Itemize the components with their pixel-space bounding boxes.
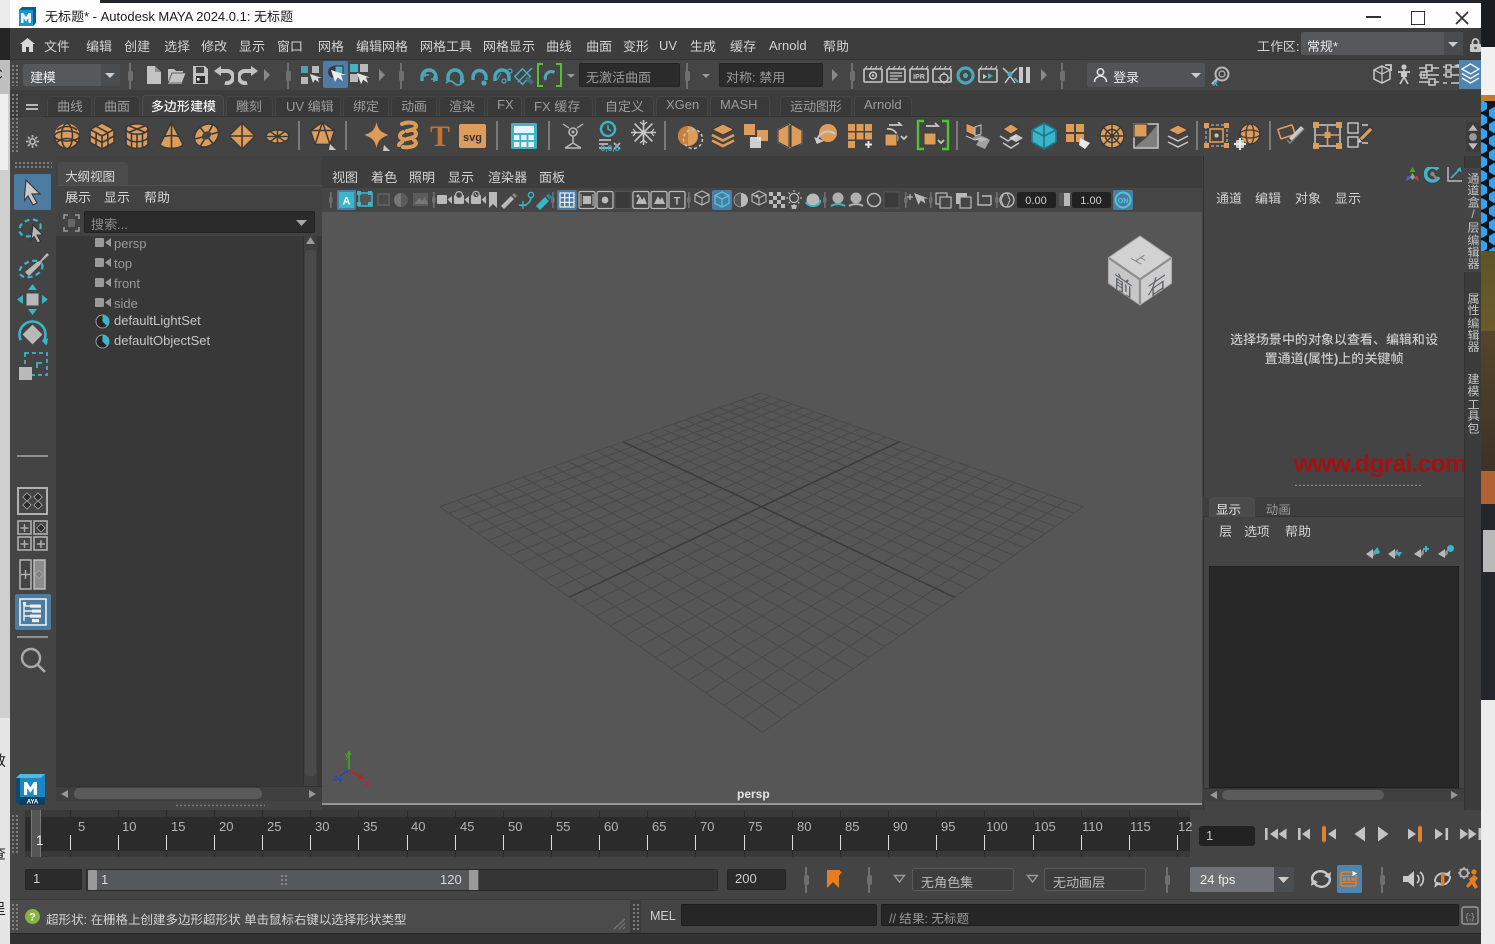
svg-text:{;}: {;} bbox=[1466, 912, 1475, 923]
svg-text:T: T bbox=[430, 122, 450, 149]
svg-text:y: y bbox=[345, 750, 350, 760]
svg-text:?: ? bbox=[29, 912, 36, 924]
svg-text:IPR: IPR bbox=[913, 74, 925, 81]
svg-text:AYA: AYA bbox=[27, 799, 39, 805]
svg-text:A: A bbox=[343, 196, 351, 208]
svg-text:ON: ON bbox=[1118, 198, 1129, 205]
svg-text:x: x bbox=[365, 778, 370, 788]
svg-text:z: z bbox=[333, 773, 338, 783]
svg-text:svg: svg bbox=[463, 132, 482, 144]
svg-text:x: x bbox=[1213, 78, 1218, 87]
svg-text:1.00: 1.00 bbox=[1080, 195, 1101, 207]
svg-text:0,0,0: 0,0,0 bbox=[601, 143, 620, 152]
svg-text:0.00: 0.00 bbox=[1025, 195, 1046, 207]
svg-text:T: T bbox=[674, 196, 681, 208]
